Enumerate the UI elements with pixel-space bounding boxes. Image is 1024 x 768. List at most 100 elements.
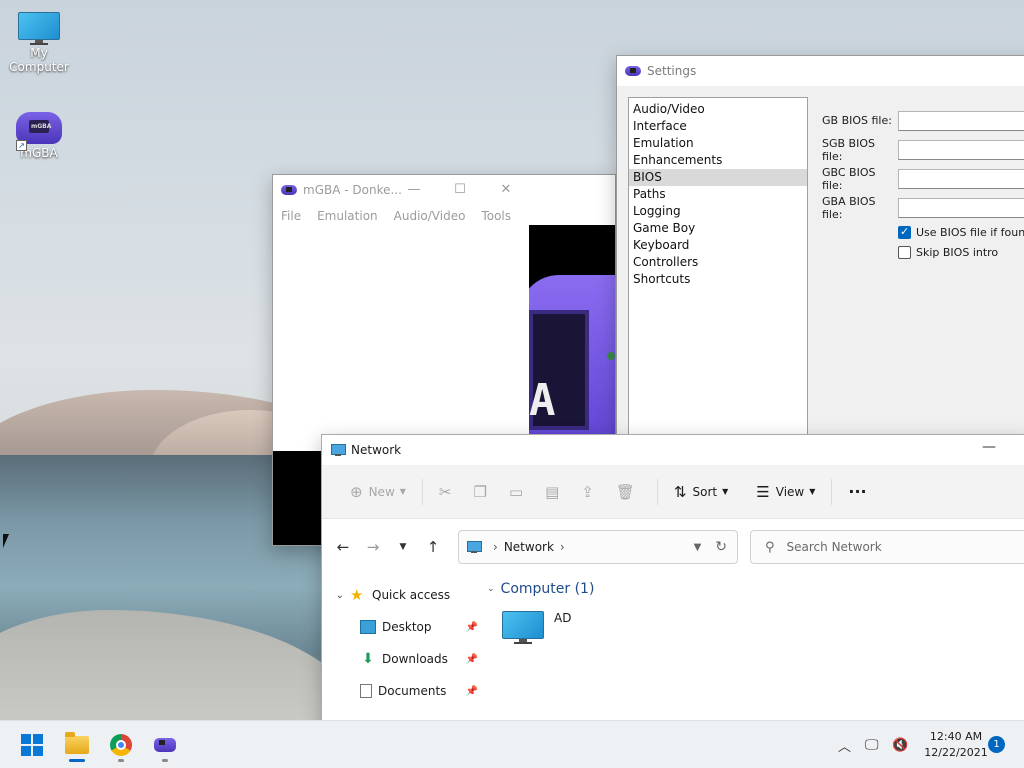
nav-desktop[interactable]: Desktop 📌 [322, 611, 482, 643]
more-options-button[interactable]: ··· [840, 476, 874, 508]
collapse-chevron-icon: ⌄ [487, 584, 495, 594]
nav-item-logging[interactable]: Logging [629, 203, 807, 220]
mgba-app-icon [281, 185, 297, 195]
nav-quick-access[interactable]: ⌄ ★ Quick access [322, 579, 482, 611]
notification-badge[interactable]: 1 [988, 736, 1005, 753]
recent-locations-button[interactable]: ▼ [388, 542, 418, 552]
view-button[interactable]: ☰ View ▼ [748, 476, 823, 508]
network-tray-icon[interactable]: 🖵 [865, 721, 879, 768]
share-button[interactable]: ⇪ [573, 476, 608, 508]
menu-audio-video[interactable]: Audio/Video [394, 209, 466, 223]
pin-icon: 📌 [465, 621, 478, 633]
nav-item-enhancements[interactable]: Enhancements [629, 152, 807, 169]
back-button[interactable]: ← [328, 538, 358, 556]
nav-item-paths[interactable]: Paths [629, 186, 807, 203]
refresh-icon[interactable]: ↻ [715, 539, 727, 555]
show-hidden-icons-button[interactable]: ︿ [838, 721, 851, 768]
divider [831, 478, 833, 505]
volume-tray-icon[interactable]: 🔇 [892, 721, 908, 768]
settings-titlebar[interactable]: Settings [617, 56, 1024, 86]
start-button[interactable] [13, 727, 51, 763]
rename-button[interactable]: ▤ [537, 476, 573, 508]
address-dropdown-icon[interactable]: ▼ [694, 542, 702, 553]
minimize-button[interactable]: — [391, 175, 437, 205]
minimize-button[interactable]: — [982, 439, 996, 455]
use-bios-checkbox[interactable] [898, 225, 911, 239]
search-icon: ⚲ [765, 539, 775, 555]
screen-letter: A [529, 375, 556, 426]
expand-chevron-icon[interactable]: ⌄ [322, 590, 350, 601]
chevron-down-icon: ▼ [809, 487, 816, 496]
divider [421, 478, 423, 505]
more-icon: ··· [848, 482, 867, 501]
nav-item-interface[interactable]: Interface [629, 118, 807, 135]
paste-button[interactable]: ▭ [501, 476, 537, 508]
breadcrumb-separator: › [493, 540, 498, 554]
window-title: Network [351, 443, 402, 457]
close-button[interactable]: ✕ [483, 175, 529, 205]
search-input[interactable]: ⚲ Search Network [750, 530, 1024, 564]
gbc-bios-field[interactable] [898, 168, 1024, 189]
command-bar: ⊕ New ▼ ✂ ❐ ▭ ▤ ⇪ 🗑 ⇅ Sort ▼ ☰ View ▼ ··… [322, 465, 1024, 519]
maximize-button[interactable]: ☐ [437, 175, 483, 205]
menu-emulation[interactable]: Emulation [317, 209, 378, 223]
explorer-titlebar[interactable]: Network [322, 435, 1024, 465]
menu-file[interactable]: File [281, 209, 301, 223]
plus-icon: ⊕ [350, 482, 363, 501]
copy-button[interactable]: ❐ [466, 476, 501, 508]
nav-item-emulation[interactable]: Emulation [629, 135, 807, 152]
nav-item-audio-video[interactable]: Audio/Video [629, 101, 807, 118]
taskbar-mgba[interactable] [146, 727, 184, 763]
search-placeholder: Search Network [786, 540, 882, 554]
skip-bios-intro-checkbox-row[interactable]: Skip BIOS intro [898, 242, 1024, 262]
skip-bios-intro-checkbox[interactable] [898, 245, 911, 259]
taskbar: ︿ 🖵 🔇 12:40 AM 12/22/2021 1 [0, 720, 1024, 768]
nav-item-bios[interactable]: BIOS [629, 169, 807, 186]
nav-downloads[interactable]: ⬇ Downloads 📌 [322, 643, 482, 675]
network-item-ad[interactable]: AD [502, 611, 1024, 644]
breadcrumb-network[interactable]: Network [504, 540, 554, 554]
nav-item-shortcuts[interactable]: Shortcuts [629, 271, 807, 288]
nav-label: Documents [378, 684, 447, 698]
gb-bios-field[interactable] [898, 110, 1024, 131]
nav-label: Desktop [382, 620, 432, 634]
nav-documents[interactable]: Documents 📌 [322, 675, 482, 707]
gba-bios-field[interactable] [898, 197, 1024, 218]
new-button[interactable]: ⊕ New ▼ [342, 476, 414, 508]
clock[interactable]: 12:40 AM 12/22/2021 [918, 729, 994, 761]
sgb-bios-field[interactable] [898, 139, 1024, 160]
nav-item-keyboard[interactable]: Keyboard [629, 237, 807, 254]
cut-button[interactable]: ✂ [431, 476, 466, 508]
item-name: AD [554, 611, 572, 625]
divider [656, 478, 658, 505]
group-label: Computer (1) [500, 581, 595, 597]
clock-time: 12:40 AM [929, 730, 983, 743]
up-button[interactable]: ↑ [418, 538, 448, 556]
explorer-body: ⌄ ★ Quick access Desktop 📌 ⬇ Downloads 📌… [322, 575, 1024, 733]
group-header-computer[interactable]: ⌄ Computer (1) [487, 575, 1024, 603]
breadcrumb-separator: › [559, 540, 565, 554]
forward-button[interactable]: → [358, 538, 388, 556]
sort-button[interactable]: ⇅ Sort ▼ [666, 476, 736, 508]
download-icon: ⬇ [362, 651, 374, 667]
chevron-down-icon: ▼ [399, 487, 406, 496]
address-bar[interactable]: › Network › ▼ ↻ [458, 530, 738, 564]
gba-led [607, 352, 615, 360]
nav-label: Downloads [382, 652, 448, 666]
running-indicator [162, 759, 168, 762]
settings-nav-list: Audio/Video Interface Emulation Enhancem… [628, 97, 808, 434]
mgba-client-area [273, 227, 529, 451]
gba-icon [154, 738, 176, 752]
use-bios-checkbox-row[interactable]: Use BIOS file if found [898, 222, 1024, 242]
delete-button[interactable]: 🗑 [608, 476, 649, 508]
menu-tools[interactable]: Tools [481, 209, 511, 223]
nav-item-game-boy[interactable]: Game Boy [629, 220, 807, 237]
taskbar-file-explorer[interactable] [58, 727, 96, 763]
nav-label: Quick access [372, 588, 451, 602]
share-icon: ⇪ [581, 482, 594, 501]
desktop-icon-my-computer[interactable]: My Computer [1, 12, 77, 74]
sort-icon: ⇅ [673, 482, 687, 501]
nav-item-controllers[interactable]: Controllers [629, 254, 807, 271]
taskbar-chrome[interactable] [102, 727, 140, 763]
desktop-icon-mgba[interactable]: mGBA mGBA [1, 112, 77, 160]
